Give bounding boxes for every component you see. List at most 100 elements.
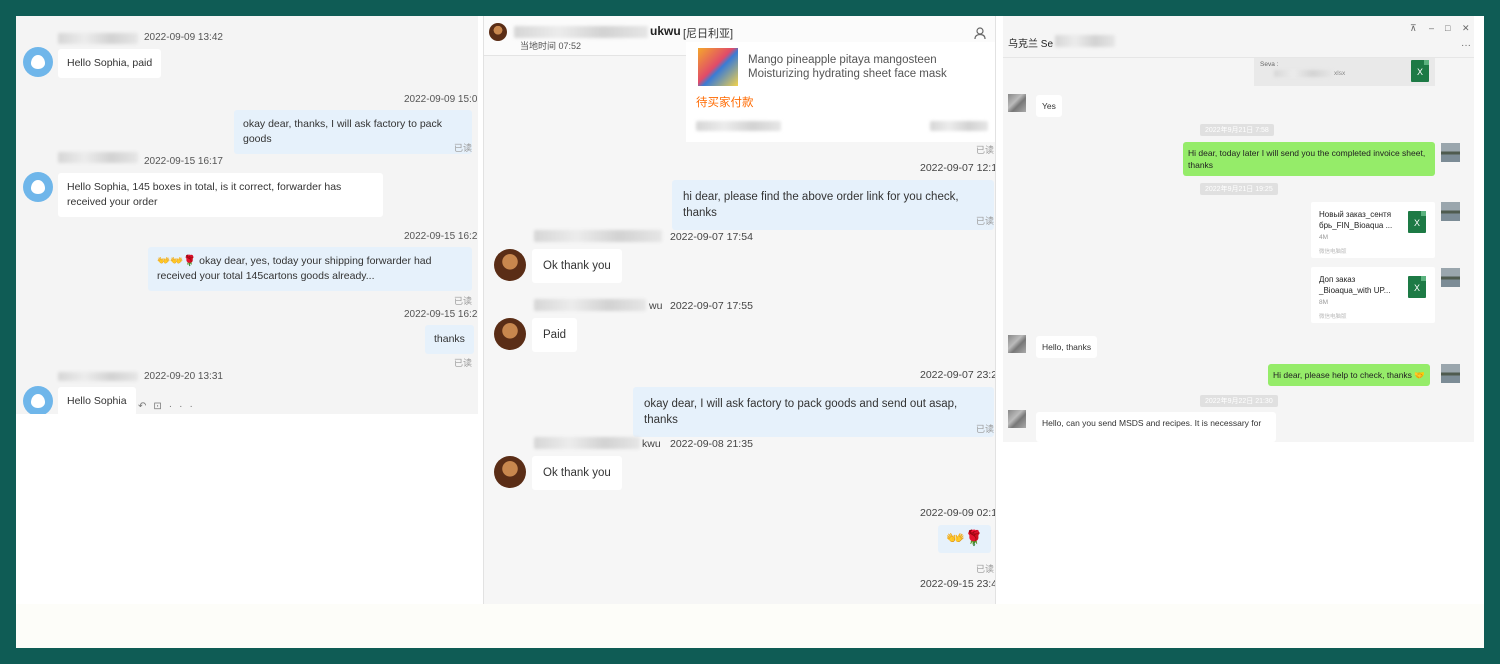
read-status: 已读 (976, 424, 995, 434)
contact-avatar[interactable] (1008, 335, 1026, 353)
message-bubble[interactable]: Yes (1036, 95, 1062, 117)
message-time: 2022-09-09 13:42 (144, 32, 223, 43)
chat-title: 乌克兰 Se (1008, 39, 1054, 50)
blurred-sender-name (58, 33, 138, 44)
order-status: 待买家付款 (696, 97, 754, 109)
blurred-contact-name (514, 26, 648, 38)
product-thumbnail (698, 48, 738, 86)
quote-icon[interactable]: ⊡ (153, 401, 168, 412)
message-bubble[interactable]: hi dear, please find the above order lin… (672, 180, 994, 230)
message-bubble[interactable]: Hi dear, please help to check, thanks 🤝 (1268, 364, 1430, 386)
blurred-sender-name (58, 152, 138, 163)
local-time: 当地时间 07:52 (520, 41, 582, 51)
contact-name: ukwu (650, 24, 681, 38)
message-bubble[interactable]: Ok thank you (532, 249, 622, 283)
pin-icon[interactable]: ⊼ (1410, 23, 1417, 34)
chat-panel-right: 乌克兰 Se ⊼ – □ ✕ ··· Seva : xlsx X Yes 202… (1003, 16, 1474, 442)
file-ext: xlsx (1334, 70, 1346, 77)
emoji-bubble[interactable]: 👐🌹 (938, 525, 992, 553)
message-time: 2022-09-15 23:47 (920, 578, 996, 590)
window-titlebar: 乌克兰 Se ⊼ – □ ✕ ··· (1003, 16, 1474, 58)
file-name: Доп заказ _Bioaqua_with UP... (1319, 275, 1391, 295)
message-time: 2022-09-09 02:18 (920, 507, 996, 519)
excel-file-icon: X (1408, 211, 1426, 233)
my-avatar[interactable] (1441, 143, 1460, 162)
file-card-top[interactable]: Seva : xlsx X (1254, 58, 1435, 86)
emoji-hands-rose: 👐👐🌹 (157, 255, 197, 267)
sender-name-suffix: kwu (642, 438, 661, 450)
blurred-sender-name (58, 372, 138, 381)
my-avatar[interactable] (1441, 202, 1460, 221)
message-bubble[interactable]: okay dear, I will ask factory to pack go… (633, 387, 994, 437)
contact-avatar[interactable] (23, 47, 53, 77)
contact-avatar[interactable] (494, 456, 526, 488)
message-bubble[interactable]: thanks (425, 325, 474, 354)
excel-file-icon: X (1411, 60, 1429, 82)
contact-country: [尼日利亚] (683, 28, 734, 40)
blurred-order-info (696, 121, 781, 131)
chat-panel-left: 2022-09-09 13:42 Hello Sophia, paid 2022… (16, 16, 478, 414)
message-time: 2022年9月21日 7:58 (1200, 124, 1274, 136)
message-bubble[interactable]: okay dear, thanks, I will ask factory to… (234, 110, 472, 154)
message-time: 2022-09-15 16:21 (404, 231, 478, 242)
message-time: 2022-09-09 15:01 (404, 94, 478, 105)
message-bubble[interactable]: Hello Sophia, paid (58, 49, 162, 78)
read-status: 已读 (454, 143, 473, 153)
product-card[interactable]: Mango pineapple pitaya mangosteen Moistu… (686, 42, 995, 142)
file-source: 微信电脑版 (1319, 249, 1347, 255)
message-bubble[interactable]: Ok thank you (532, 456, 622, 490)
read-status: 已读 (976, 564, 995, 574)
file-size: 4M (1319, 234, 1329, 241)
sender-name-suffix: wu (649, 300, 663, 312)
contact-avatar[interactable] (494, 249, 526, 281)
file-name: Новый заказ_сентя брь_FIN_Bioaqua ... (1319, 210, 1393, 230)
more-icon[interactable]: ··· (169, 401, 200, 412)
minimize-icon[interactable]: – (1429, 23, 1434, 33)
contact-avatar[interactable] (23, 386, 53, 414)
message-bubble[interactable]: Hello, thanks (1036, 336, 1098, 358)
contact-avatar[interactable] (494, 318, 526, 350)
message-bubble[interactable]: Paid (532, 318, 578, 352)
read-status: 已读 (976, 145, 995, 155)
contact-profile-icon[interactable] (974, 27, 987, 40)
message-bubble[interactable]: Hello Sophia (58, 387, 136, 414)
message-time: 2022年9月21日 19:25 (1200, 183, 1278, 195)
message-bubble[interactable]: Hi dear, today later I will send you the… (1183, 142, 1435, 176)
bottom-fade (16, 604, 1484, 648)
close-icon[interactable]: ✕ (1462, 23, 1470, 34)
file-sender: Seva : (1260, 61, 1279, 68)
file-card[interactable]: Доп заказ _Bioaqua_with UP... 8M 微信电脑版 X (1311, 267, 1435, 323)
contact-avatar[interactable] (489, 23, 507, 41)
message-actions: ↶⊡··· (138, 401, 200, 412)
blurred-file-name (1274, 70, 1332, 77)
read-status: 已读 (976, 216, 995, 226)
contact-avatar[interactable] (1008, 410, 1026, 428)
message-time: 2022-09-07 23:24 (920, 369, 996, 381)
message-time: 2022-09-15 16:17 (144, 156, 223, 167)
message-time: 2022-09-07 17:55 (670, 300, 753, 312)
my-avatar[interactable] (1441, 364, 1460, 383)
message-bubble[interactable]: Hello Sophia, 145 boxes in total, is it … (58, 173, 383, 217)
message-bubble[interactable]: 👐👐🌹 okay dear, yes, today your shipping … (148, 247, 472, 291)
blurred-contact-name (1055, 35, 1115, 47)
message-time: 2022-09-08 21:35 (670, 438, 753, 450)
blurred-sender-name (534, 299, 646, 311)
my-avatar[interactable] (1441, 268, 1460, 287)
screenshot-collage: 2022-09-09 13:42 Hello Sophia, paid 2022… (16, 16, 1484, 648)
file-card[interactable]: Новый заказ_сентя брь_FIN_Bioaqua ... 4M… (1311, 202, 1435, 258)
read-status: 已读 (454, 296, 473, 306)
maximize-icon[interactable]: □ (1445, 23, 1450, 33)
file-source: 微信电脑版 (1319, 314, 1347, 320)
message-bubble[interactable]: Hello, can you send MSDS and recipes. It… (1036, 412, 1276, 442)
read-status: 已读 (454, 358, 473, 368)
message-time: 2022-09-15 16:21 (404, 309, 478, 320)
chat-panel-middle: ukwu [尼日利亚] 当地时间 07:52 Mango pineapple p… (483, 16, 996, 604)
blurred-sender-name (534, 437, 640, 449)
product-title: Mango pineapple pitaya mangosteen Moistu… (748, 54, 947, 80)
message-time: 2022-09-20 13:31 (144, 371, 223, 382)
more-options-icon[interactable]: ··· (1461, 40, 1471, 51)
contact-avatar[interactable] (1008, 94, 1026, 112)
message-time: 2022年9月22日 21:30 (1200, 395, 1278, 407)
contact-avatar[interactable] (23, 172, 53, 202)
reply-icon[interactable]: ↶ (138, 401, 153, 412)
